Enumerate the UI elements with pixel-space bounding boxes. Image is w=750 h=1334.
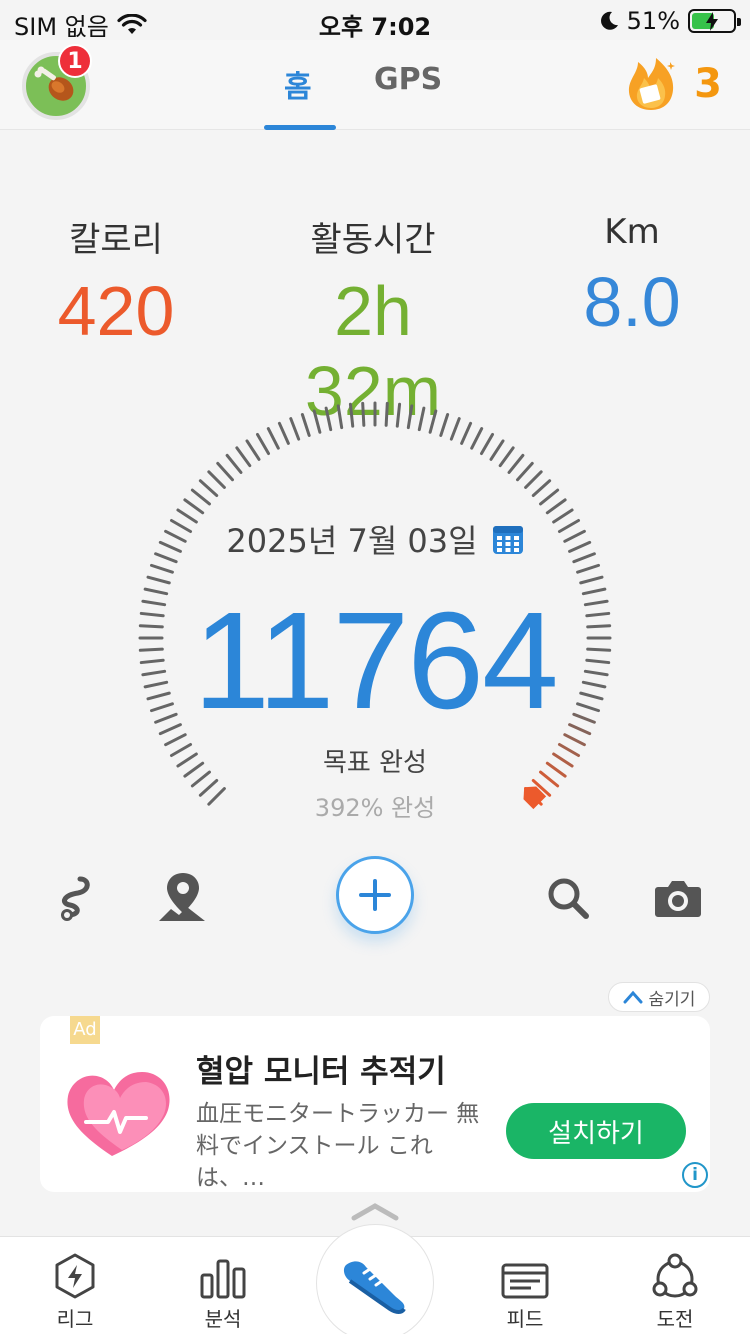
hide-ad-button[interactable]: 숨기기 — [608, 982, 710, 1012]
calories-stat: 칼로리 420 — [6, 212, 226, 351]
tab-home[interactable]: 홈 — [284, 62, 312, 106]
location-button[interactable] — [152, 868, 212, 928]
active-tab-indicator — [264, 125, 336, 130]
step-count: 11764 — [193, 584, 559, 738]
nav-item-analysis[interactable]: 분석 — [168, 1251, 278, 1332]
bar-chart-icon — [200, 1259, 246, 1299]
calories-value: 420 — [57, 272, 175, 350]
route-button[interactable] — [44, 868, 104, 928]
battery-percent: 51% — [626, 7, 680, 35]
tab-gps[interactable]: GPS — [374, 62, 442, 97]
gauge-tick — [150, 563, 174, 574]
distance-stat: Km 8.0 — [522, 212, 742, 342]
gauge-tick — [417, 406, 426, 432]
plus-icon — [359, 879, 391, 911]
calories-label: 칼로리 — [69, 220, 163, 260]
gauge-tick — [498, 446, 515, 468]
camera-icon — [655, 881, 701, 917]
gauge-tick — [277, 421, 290, 445]
gauge-tick — [225, 453, 243, 474]
challenge-icon — [652, 1253, 698, 1298]
search-button[interactable] — [538, 868, 598, 928]
moon-icon — [600, 11, 618, 30]
gauge-tick — [524, 470, 543, 489]
chevron-up-icon — [623, 990, 643, 1004]
gauge-tick — [183, 498, 205, 515]
nav-label-league: 리그 — [56, 1307, 94, 1331]
gauge-tick — [507, 453, 525, 474]
gauge-tick — [312, 409, 322, 434]
date-label: 2025년 7월 03일 — [226, 522, 478, 560]
gauge-tick — [531, 479, 552, 497]
nav-item-league[interactable]: 리그 — [20, 1251, 130, 1332]
flame-icon — [629, 58, 676, 110]
camera-button[interactable] — [648, 868, 708, 928]
distance-label: Km — [604, 212, 660, 252]
gauge-tick — [300, 413, 311, 437]
add-activity-button[interactable] — [336, 856, 414, 934]
gauge-tick — [361, 401, 366, 427]
gauge-tick — [336, 404, 344, 430]
heart-monitor-icon — [67, 1072, 170, 1156]
ad-tag: Ad — [70, 1016, 100, 1044]
nav-item-challenge[interactable]: 도전 — [620, 1251, 730, 1332]
distance-value: 8.0 — [583, 263, 681, 341]
gauge-tick — [266, 427, 280, 450]
battery-icon — [688, 9, 741, 33]
gauge-tick — [324, 406, 333, 432]
date-selector[interactable]: 2025년 7월 03일 — [0, 516, 750, 562]
gauge-tick — [545, 498, 567, 515]
league-icon — [55, 1253, 95, 1299]
notification-badge: 1 — [58, 44, 92, 78]
gauge-tick — [190, 488, 211, 506]
status-bar: SIM 없음 오후 7:02 51% — [0, 0, 750, 41]
gauge-tick — [384, 401, 389, 427]
gauge-tick — [245, 439, 261, 461]
calendar-icon[interactable] — [492, 523, 524, 555]
nav-item-feed[interactable]: 피드 — [470, 1251, 580, 1332]
nav-label-challenge: 도전 — [656, 1307, 694, 1331]
gauge-tick — [516, 461, 534, 482]
gauge-tick — [348, 402, 355, 428]
goal-percent: 392% 완성 — [314, 794, 436, 822]
map-pin-icon — [159, 873, 205, 921]
nav-label-feed: 피드 — [506, 1307, 544, 1331]
nav-label-analysis: 분석 — [204, 1307, 242, 1331]
gauge-tick — [216, 461, 234, 482]
ad-banner[interactable]: Ad 혈압 모니터 추적기 血圧モニタートラッカー 無料でインストール これは、… — [40, 1016, 710, 1192]
gauge-tick — [539, 488, 560, 506]
gauge-tick — [198, 479, 219, 497]
top-header: 1 홈 GPS 3 — [0, 40, 750, 130]
gauge-tick — [576, 563, 600, 574]
gauge-tick — [470, 427, 484, 450]
active-time-label: 활동시간 — [310, 220, 436, 260]
gauge-tick — [289, 417, 301, 441]
goal-status: 목표 완성 — [323, 748, 427, 778]
streak-counter[interactable]: 3 — [624, 56, 722, 112]
gauge-tick — [395, 402, 402, 428]
gauge-tick — [235, 446, 252, 468]
gauge-tick — [449, 417, 461, 441]
ad-description: 血圧モニタートラッカー 無料でインストール これは、… — [196, 1101, 480, 1191]
gauge-tick — [460, 421, 473, 445]
gauge-tick — [256, 432, 270, 456]
install-button[interactable]: 설치하기 — [506, 1103, 686, 1159]
ad-info-icon[interactable]: i — [682, 1162, 708, 1188]
gauge-tick — [428, 409, 438, 434]
feed-icon — [501, 1263, 549, 1299]
gauge-tick — [207, 470, 226, 489]
gauge-tick — [489, 439, 505, 461]
ad-title: 혈압 모니터 추적기 — [196, 1054, 446, 1090]
hide-ad-label: 숨기기 — [648, 989, 696, 1010]
expand-chevron-icon[interactable] — [350, 1200, 400, 1222]
gauge-tick — [439, 413, 450, 437]
route-icon — [61, 876, 90, 921]
gauge-tick — [406, 404, 414, 430]
streak-count: 3 — [694, 61, 722, 107]
shoe-icon — [343, 1261, 406, 1314]
nav-item-steps[interactable] — [316, 1224, 434, 1334]
gauge-tick — [480, 432, 494, 456]
search-icon — [548, 878, 589, 919]
